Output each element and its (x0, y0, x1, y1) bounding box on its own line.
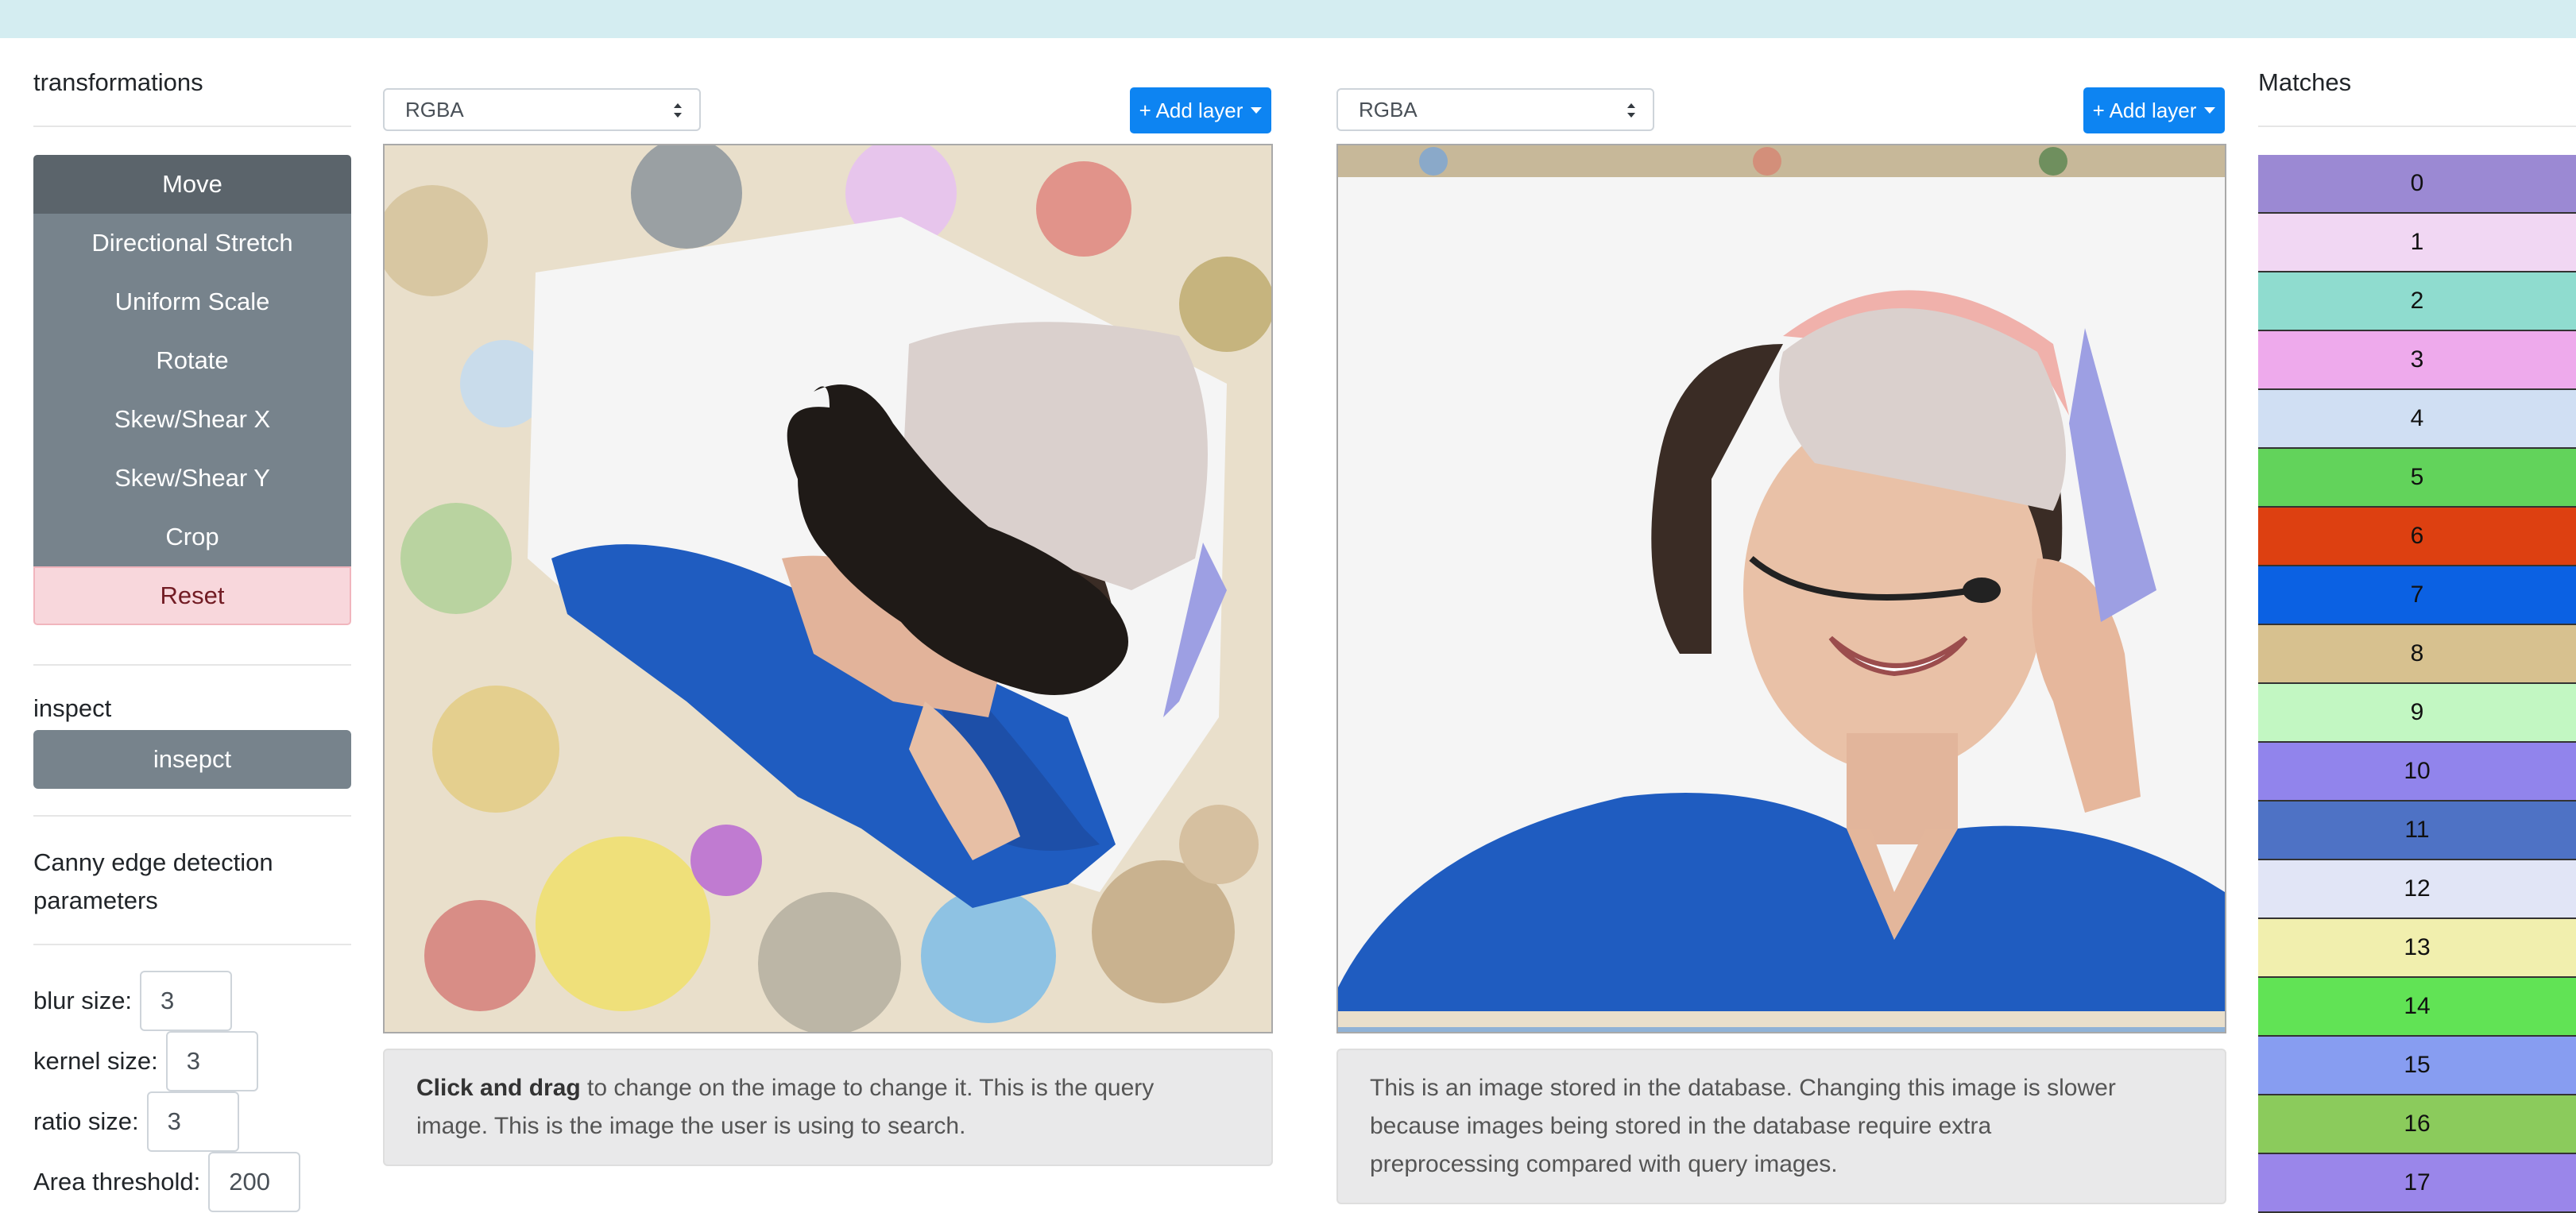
match-item[interactable]: 1 (2258, 214, 2576, 272)
match-item[interactable]: 11 (2258, 802, 2576, 860)
area-threshold-label: Area threshold: (33, 1168, 201, 1196)
updown-chevron-icon (674, 103, 682, 118)
match-item[interactable]: 9 (2258, 684, 2576, 743)
query-add-layer-button[interactable]: + Add layer (1130, 87, 1271, 133)
query-note-text: to change on the image to change it. Thi… (580, 1075, 1155, 1101)
skew-shear-x-button[interactable]: Skew/Shear X (33, 390, 351, 449)
match-item[interactable]: 10 (2258, 743, 2576, 802)
uniform-scale-button[interactable]: Uniform Scale (33, 272, 351, 331)
divider (33, 815, 351, 817)
caret-down-icon (2204, 107, 2216, 114)
inspect-button[interactable]: insepct (33, 730, 351, 789)
crop-button[interactable]: Crop (33, 508, 351, 566)
database-note-line: This is an image stored in the database.… (1370, 1075, 2116, 1101)
top-banner (0, 0, 2576, 38)
ratio-size-input[interactable]: 3 (146, 1091, 239, 1152)
divider (33, 126, 351, 127)
blur-size-input[interactable]: 3 (140, 971, 233, 1031)
database-note-line: preprocessing compared with query images… (1370, 1151, 1838, 1177)
database-mode-select[interactable]: RGBA (1336, 88, 1654, 131)
query-image (385, 145, 1271, 1032)
database-note-line: because images being stored in the datab… (1370, 1113, 1992, 1139)
match-item[interactable]: 3 (2258, 331, 2576, 390)
query-note-line: image. This is the image the user is usi… (416, 1113, 966, 1139)
directional-stretch-button[interactable]: Directional Stretch (33, 214, 351, 272)
add-layer-label: + Add layer (2092, 98, 2197, 122)
query-note-line: Click and drag to change on the image to… (416, 1069, 1240, 1107)
match-item[interactable]: 8 (2258, 625, 2576, 684)
canny-title-line: Canny edge detection (33, 848, 273, 876)
query-note-bold: Click and drag (416, 1075, 581, 1101)
match-item[interactable]: 12 (2258, 860, 2576, 919)
database-note: This is an image stored in the database.… (1336, 1049, 2226, 1204)
divider (33, 944, 351, 945)
canny-title-line: parameters (33, 887, 158, 914)
skew-shear-y-button[interactable]: Skew/Shear Y (33, 449, 351, 508)
transformations-title: transformations (33, 68, 203, 96)
updown-chevron-icon (1627, 103, 1635, 118)
match-item[interactable]: 6 (2258, 508, 2576, 566)
area-threshold-input[interactable]: 200 (208, 1152, 301, 1212)
match-item[interactable]: 16 (2258, 1095, 2576, 1154)
match-item[interactable]: 13 (2258, 919, 2576, 978)
inspect-title: inspect (33, 694, 112, 722)
match-item[interactable]: 14 (2258, 978, 2576, 1037)
divider (2258, 126, 2576, 127)
matches-title: Matches (2258, 68, 2352, 96)
add-layer-label: + Add layer (1139, 98, 1244, 122)
rotate-button[interactable]: Rotate (33, 331, 351, 390)
blur-size-param: blur size: 3 (33, 971, 233, 1031)
query-image-canvas[interactable] (383, 144, 1273, 1033)
ratio-size-param: ratio size: 3 (33, 1091, 239, 1152)
match-item[interactable]: 17 (2258, 1154, 2576, 1213)
ratio-size-label: ratio size: (33, 1107, 139, 1135)
query-mode-value: RGBA (405, 97, 464, 122)
kernel-size-input[interactable]: 3 (165, 1031, 258, 1091)
caret-down-icon (1251, 107, 1263, 114)
kernel-size-param: kernel size: 3 (33, 1031, 258, 1091)
match-item[interactable]: 7 (2258, 566, 2576, 625)
divider (33, 664, 351, 666)
query-mode-select[interactable]: RGBA (383, 88, 701, 131)
database-mode-value: RGBA (1359, 97, 1418, 122)
move-button[interactable]: Move (33, 155, 351, 214)
reset-button[interactable]: Reset (33, 566, 351, 625)
match-item[interactable]: 2 (2258, 272, 2576, 331)
match-item[interactable]: 0 (2258, 155, 2576, 214)
database-add-layer-button[interactable]: + Add layer (2083, 87, 2225, 133)
query-note: Click and drag to change on the image to… (383, 1049, 1273, 1166)
database-image-canvas[interactable] (1336, 144, 2226, 1033)
match-item[interactable]: 4 (2258, 390, 2576, 449)
blur-size-label: blur size: (33, 987, 133, 1014)
canny-title: Canny edge detection parameters (33, 844, 273, 920)
kernel-size-label: kernel size: (33, 1047, 158, 1075)
match-item[interactable]: 15 (2258, 1037, 2576, 1095)
area-threshold-param: Area threshold: 200 (33, 1152, 301, 1212)
database-image (1338, 145, 2225, 1032)
match-item[interactable]: 5 (2258, 449, 2576, 508)
